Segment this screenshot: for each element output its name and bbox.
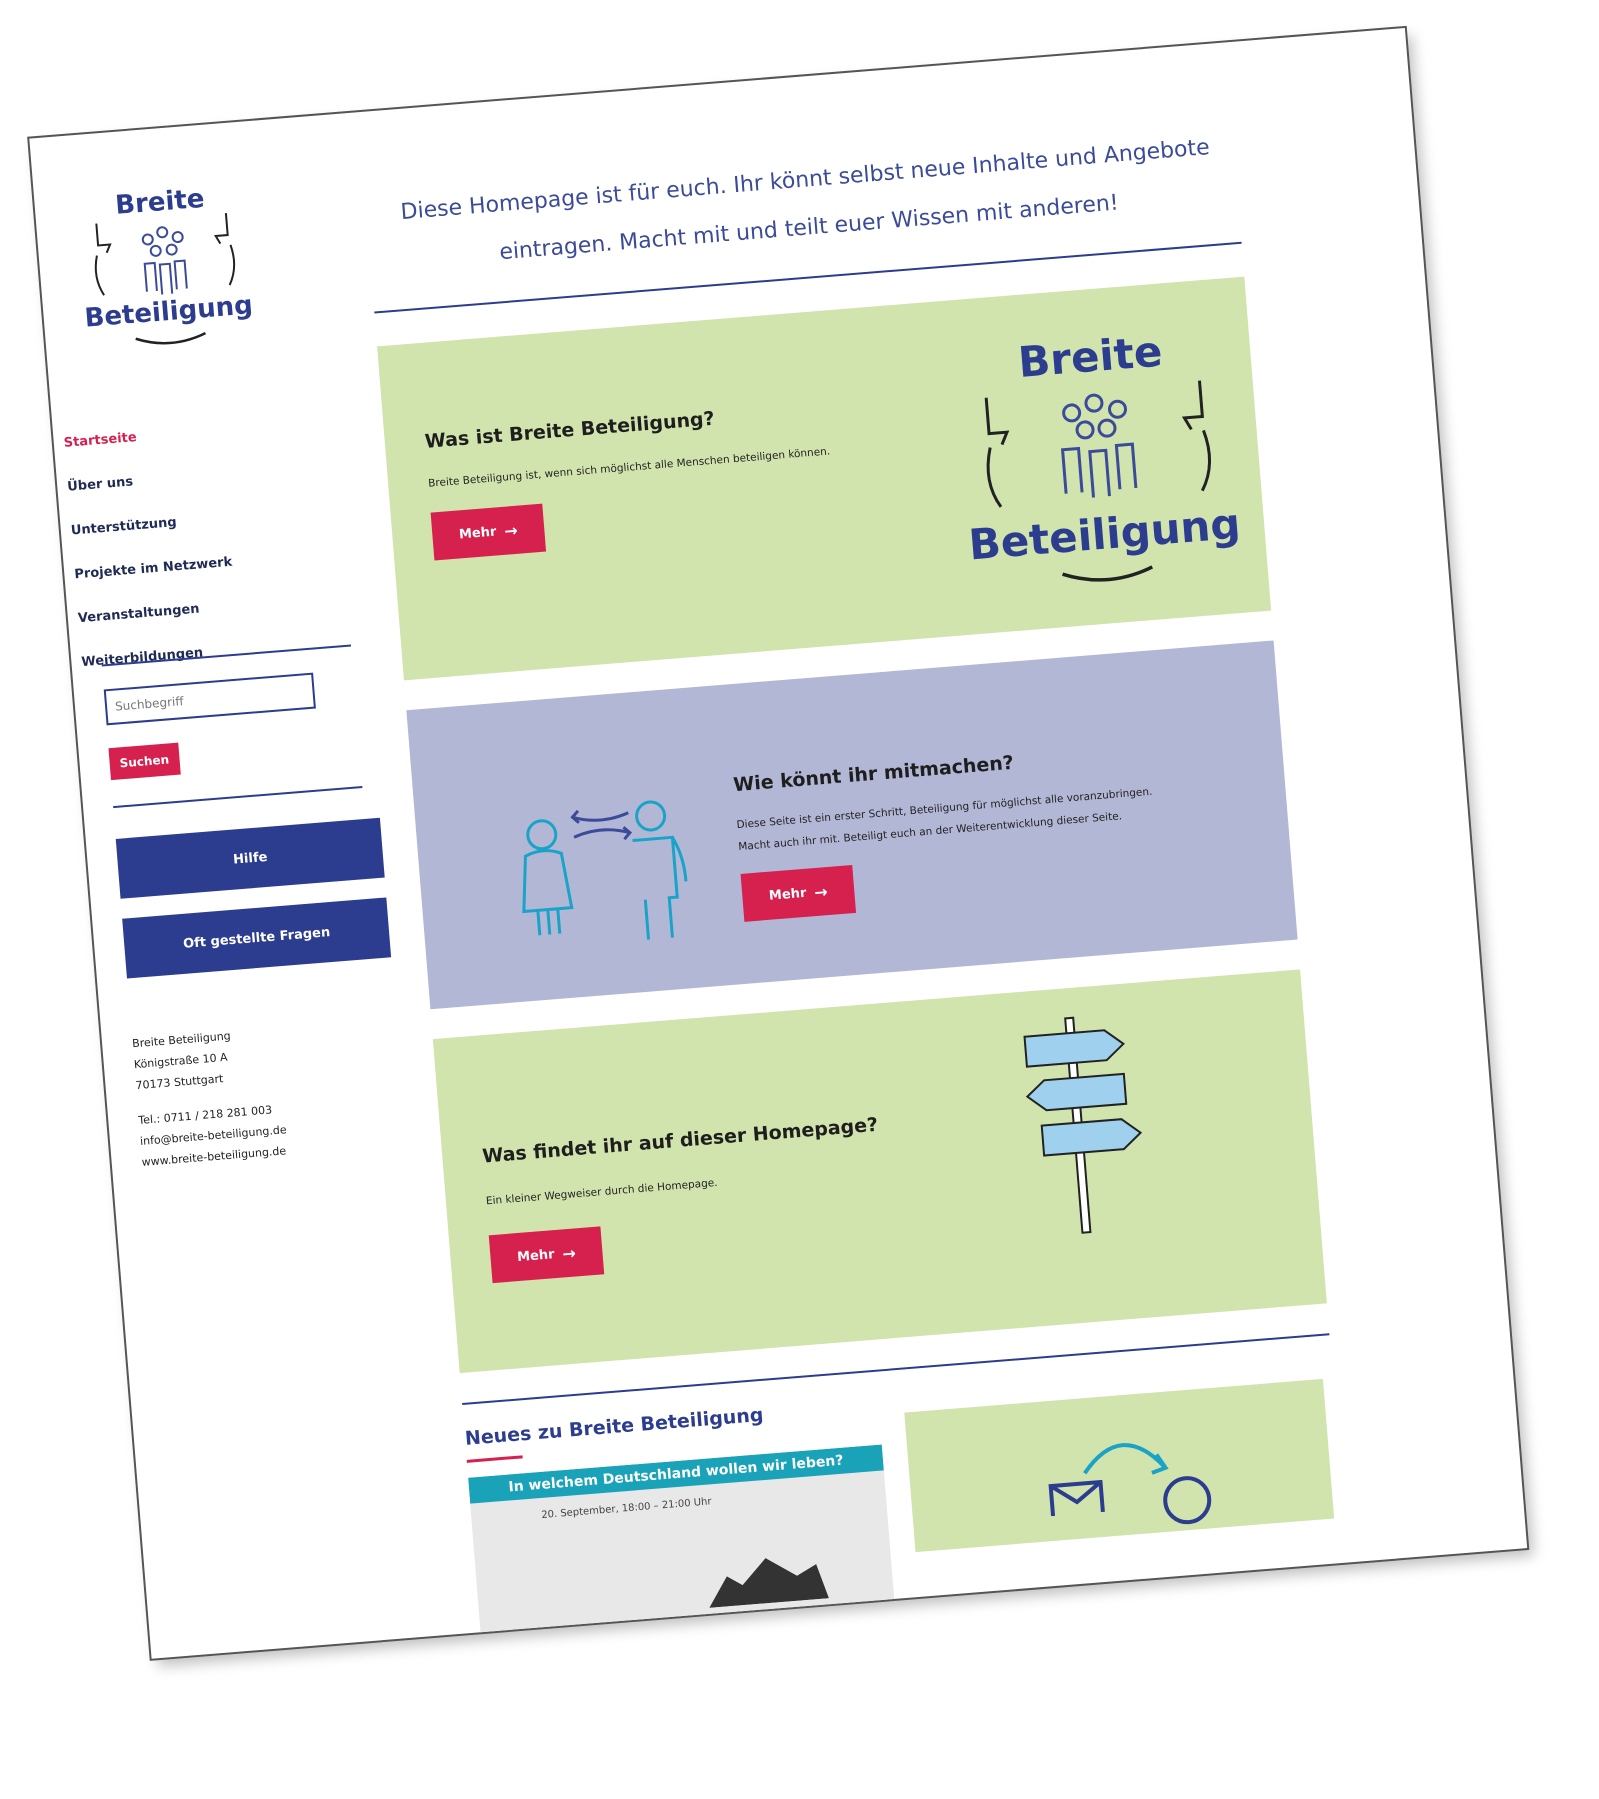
page-screenshot: Breite Beteiligung Startseite Über uns U… <box>29 27 1528 1659</box>
intro-text: Diese Homepage ist für euch. Ihr könnt s… <box>365 121 1250 287</box>
card-title: Was ist Breite Beteiligung? <box>424 407 716 453</box>
more-button[interactable]: Mehr → <box>488 1226 605 1284</box>
more-button[interactable]: Mehr → <box>430 503 547 561</box>
faq-button[interactable]: Oft gestellte Fragen <box>122 897 392 979</box>
logo-line1: Breite <box>114 184 205 221</box>
main-navigation: Startseite Über uns Unterstützung Projek… <box>63 400 352 684</box>
sidebar-divider <box>113 786 363 809</box>
news-card-illustration[interactable] <box>904 1378 1335 1553</box>
card-text: Breite Beteiligung ist, wenn sich möglic… <box>427 445 831 490</box>
right-arrow-icon: → <box>561 1242 577 1263</box>
right-arrow-icon: → <box>813 881 829 902</box>
help-button[interactable]: Hilfe <box>115 817 385 899</box>
logo-large-line1: Breite <box>1016 327 1164 387</box>
logo-large-illustration: Breite Beteiligung <box>967 327 1242 582</box>
more-label: Mehr <box>458 523 497 542</box>
logo-line2: Beteiligung <box>83 290 253 333</box>
card-text: Ein kleiner Wegweiser durch die Homepage… <box>485 1176 719 1208</box>
news-heading-underline <box>466 1455 523 1463</box>
site-logo[interactable]: Breite Beteiligung <box>62 161 267 366</box>
card-what-is: Was ist Breite Beteiligung? Breite Betei… <box>377 276 1272 681</box>
more-label: Mehr <box>516 1246 556 1265</box>
card-participate: Wie könnt ihr mitmachen? Diese Seite ist… <box>406 640 1298 1010</box>
news-card-event[interactable]: In welchem Deutschland wollen wir leben?… <box>468 1444 895 1638</box>
people-exchange-illustration <box>522 800 688 940</box>
more-button[interactable]: Mehr → <box>740 864 857 922</box>
card-title: Wie könnt ihr mitmachen? <box>732 751 1015 797</box>
card-title: Was findet ihr auf dieser Homepage? <box>481 1113 879 1168</box>
signpost-icon <box>1023 1016 1143 1234</box>
search-button[interactable]: Suchen <box>108 742 181 781</box>
contact-address: Breite Beteiligung Königstraße 10 A 7017… <box>131 1015 371 1173</box>
news-heading: Neues zu Breite Beteiligung <box>464 1403 765 1450</box>
right-arrow-icon: → <box>503 520 519 541</box>
exchange-arrows-icon <box>570 809 633 841</box>
card-homepage-guide: Was findet ihr auf dieser Homepage? Ein … <box>432 969 1327 1374</box>
logo-large-line2: Beteiligung <box>967 499 1242 570</box>
message-exchange-icon <box>1048 1443 1212 1525</box>
more-label: Mehr <box>768 885 807 904</box>
